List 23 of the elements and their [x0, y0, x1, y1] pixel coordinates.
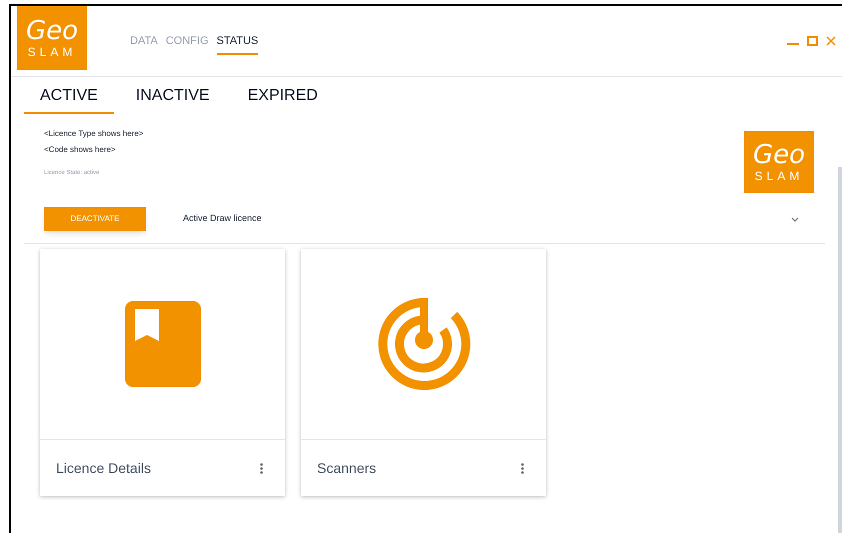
logo-text: Geo: [752, 142, 806, 168]
tile-card[interactable]: Scanners: [301, 249, 546, 496]
bookmark-book-icon: [124, 301, 200, 387]
chevron-down-icon: [791, 216, 799, 222]
close-icon[interactable]: [826, 36, 836, 46]
more-options-icon[interactable]: [521, 462, 524, 474]
licence-code-text: <Code shows here>: [44, 144, 117, 156]
licence-type-text: <Licence Type shows here>: [44, 128, 144, 140]
licence-filter-tab[interactable]: ACTIVE: [24, 84, 114, 114]
scrollbar[interactable]: [838, 167, 842, 533]
logo-text: Geo: [26, 18, 78, 44]
maximize-icon[interactable]: [807, 36, 818, 46]
licence-select[interactable]: Active Draw licence: [183, 212, 799, 226]
logo-subtext: SLAM: [754, 170, 804, 182]
card-title: Scanners: [317, 458, 376, 478]
licence-filter-tab[interactable]: EXPIRED: [232, 84, 334, 114]
card-title: Licence Details: [56, 458, 151, 478]
nav-tab[interactable]: STATUS: [216, 33, 258, 54]
more-options-icon[interactable]: [260, 462, 263, 474]
logo-subtext: SLAM: [28, 46, 76, 58]
licence-filter-tab[interactable]: INACTIVE: [120, 84, 226, 114]
radar-icon: [376, 298, 470, 390]
tile-card[interactable]: Licence Details: [40, 249, 285, 496]
